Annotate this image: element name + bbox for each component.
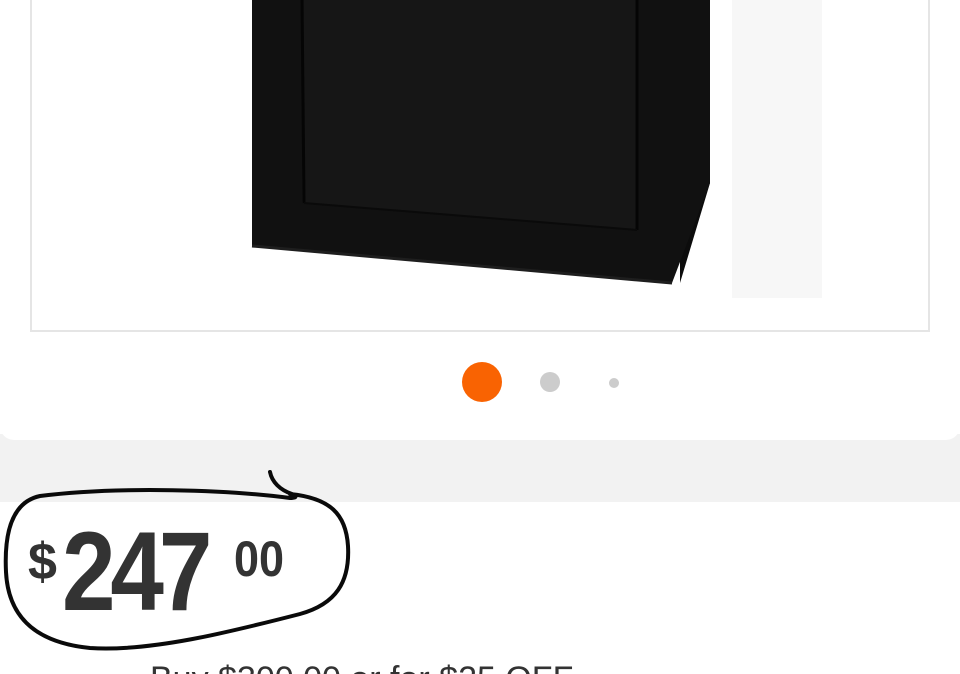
product-image-container[interactable] xyxy=(30,0,930,332)
price-cents: 00 xyxy=(234,531,285,587)
price-currency-symbol: $ xyxy=(28,533,57,591)
promo-offer-text[interactable]: Buy $300.00 or for $25 OFF xyxy=(150,662,870,674)
image-carousel-pagination xyxy=(0,362,960,404)
product-page: $ 247 00 Buy $300.00 or for $25 OFF xyxy=(0,0,960,674)
section-divider-band xyxy=(0,434,960,502)
price-dollars: 247 xyxy=(62,509,212,634)
image-section-bottom-edge xyxy=(0,420,960,440)
carousel-dot-3[interactable] xyxy=(609,378,619,388)
cabinet-product-image xyxy=(251,0,822,298)
carousel-dot-1[interactable] xyxy=(462,362,502,402)
carousel-dot-2[interactable] xyxy=(540,372,560,392)
